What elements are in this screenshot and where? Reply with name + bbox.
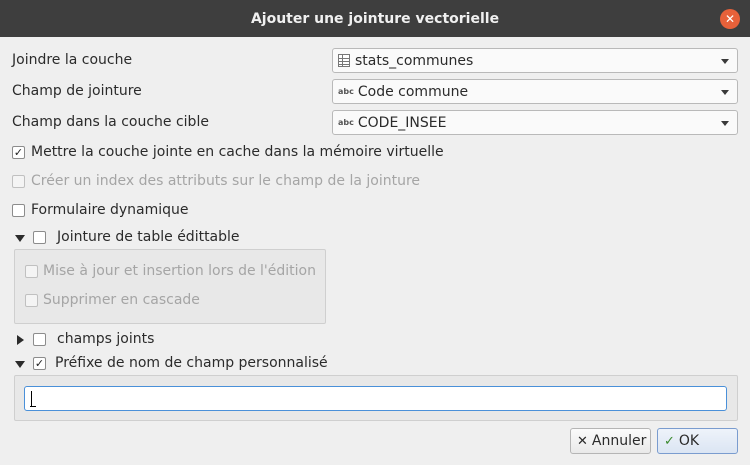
dialog-window: Ajouter une jointure vectorielle ✕ Joind… [0, 0, 750, 465]
chevron-down-icon[interactable] [721, 90, 729, 95]
dynamic-form-checkbox[interactable] [12, 204, 25, 217]
cascade-checkbox[interactable] [25, 294, 38, 307]
title-bar: Ajouter une jointure vectorielle ✕ [0, 0, 750, 37]
target-field-label: Champ dans la couche cible [12, 114, 209, 130]
x-icon: ✕ [577, 433, 588, 449]
text-caret-underline [30, 406, 36, 407]
join-field-label: Champ de jointure [12, 83, 142, 99]
upsert-checkbox[interactable] [25, 265, 38, 278]
prefix-label: Préfixe de nom de champ personnalisé [55, 355, 328, 371]
target-field-value: CODE_INSEE [357, 114, 447, 131]
ok-button[interactable]: ✓ OK [657, 428, 738, 454]
join-field-combo[interactable]: abc Code commune [332, 79, 738, 104]
text-caret [31, 391, 32, 406]
join-layer-combo[interactable]: stats_communes [332, 48, 738, 73]
abc-text-field-icon: abc [338, 87, 354, 96]
expand-down-icon[interactable] [15, 361, 25, 368]
dynamic-form-label: Formulaire dynamique [31, 202, 189, 218]
chevron-down-icon[interactable] [721, 121, 729, 126]
check-mark-icon: ✓ [34, 357, 45, 370]
join-layer-value: stats_communes [355, 52, 474, 69]
editable-join-groupbox: Mise à jour et insertion lors de l'éditi… [14, 249, 326, 324]
check-mark-icon: ✓ [13, 146, 24, 159]
expand-down-icon[interactable] [15, 235, 25, 242]
abc-text-field-icon: abc [338, 118, 354, 127]
cancel-button[interactable]: ✕ Annuler [570, 428, 651, 454]
prefix-checkbox[interactable]: ✓ [33, 357, 46, 370]
cascade-label: Supprimer en cascade [43, 292, 200, 308]
upsert-label: Mise à jour et insertion lors de l'éditi… [43, 263, 316, 279]
dialog-title: Ajouter une jointure vectorielle [250, 10, 500, 27]
index-label: Créer un index des attributs sur le cham… [31, 173, 421, 189]
joined-fields-checkbox[interactable] [33, 333, 46, 346]
editable-join-checkbox[interactable] [33, 231, 46, 244]
editable-join-label: Jointure de table édittable [57, 229, 240, 245]
index-checkbox[interactable] [12, 175, 25, 188]
prefix-input[interactable] [24, 386, 727, 411]
join-field-value: Code commune [357, 83, 469, 100]
target-field-combo[interactable]: abc CODE_INSEE [332, 110, 738, 135]
table-icon [338, 54, 350, 67]
joined-fields-label: champs joints [57, 331, 155, 347]
join-layer-label: Joindre la couche [12, 52, 133, 68]
cache-checkbox[interactable]: ✓ [12, 146, 25, 159]
cache-label: Mettre la couche jointe en cache dans la… [31, 144, 444, 160]
check-icon: ✓ [664, 433, 675, 449]
ok-label: OK [678, 433, 700, 449]
close-icon[interactable]: ✕ [720, 9, 740, 29]
cancel-label: Annuler [591, 433, 647, 449]
expand-right-icon[interactable] [17, 335, 24, 345]
chevron-down-icon[interactable] [721, 59, 729, 64]
